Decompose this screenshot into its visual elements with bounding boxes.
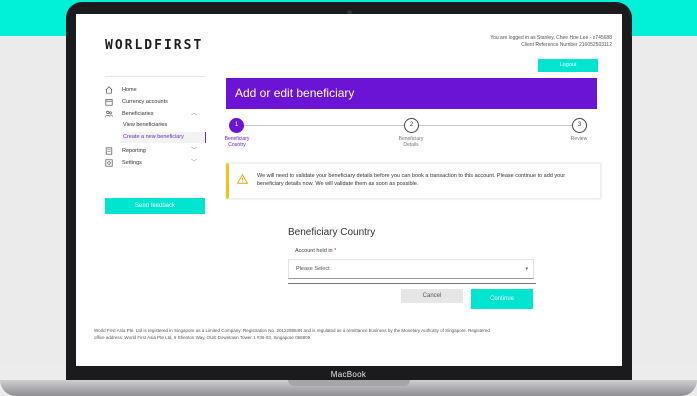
- page-title-banner: Add or edit beneficiary: [226, 78, 597, 109]
- sidebar-divider: [105, 76, 205, 77]
- send-feedback-button[interactable]: Send feedback: [105, 198, 205, 214]
- sidebar-subitem-label: View beneficiaries: [123, 122, 168, 128]
- sidebar-subitem-create-beneficiary[interactable]: Create a new beneficiary: [121, 132, 206, 143]
- sidebar-item-label: Reporting: [122, 148, 146, 154]
- field-label-text: Account held in: [295, 248, 333, 254]
- settings-icon: [105, 159, 113, 167]
- warning-icon: [237, 174, 248, 184]
- laptop-notch: [288, 380, 410, 386]
- logout-button[interactable]: Logout: [538, 59, 598, 72]
- footer-line: office address: World First Asia Pte Ltd…: [94, 335, 312, 340]
- client-reference: Client Reference Number 216052503112: [521, 42, 612, 48]
- step-label-line: Country: [228, 142, 246, 148]
- sidebar-item-home[interactable]: Home: [105, 84, 205, 96]
- home-icon: [105, 86, 113, 94]
- legal-footer: World First Asia Pte. Ltd is registered …: [94, 327, 604, 341]
- login-info: You are logged in as Stanley, Chee Hoe L…: [490, 35, 612, 49]
- screen: WORLDFIRST You are logged in as Stanley,…: [76, 14, 622, 366]
- sidebar-item-label: Settings: [122, 160, 142, 166]
- sidebar-item-label: Beneficiaries: [122, 111, 154, 117]
- footer-line: World First Asia Pte. Ltd is registered …: [94, 328, 490, 333]
- chevron-down-icon: ﹀: [191, 148, 198, 154]
- step-3-indicator: 3: [572, 118, 587, 133]
- step-2-label: Beneficiary Details: [391, 136, 431, 148]
- sidebar: Home Currency accounts Beneficiaries ︿ V…: [105, 76, 206, 214]
- chevron-up-icon: ︿: [191, 111, 198, 117]
- validation-notice: We will need to validate your beneficiar…: [226, 163, 601, 199]
- form-divider: [288, 283, 536, 284]
- page-title: Add or edit beneficiary: [235, 86, 355, 100]
- account-held-in-label: Account held in *: [295, 248, 336, 254]
- notice-text: We will need to validate your beneficiar…: [257, 173, 566, 187]
- sidebar-item-settings[interactable]: Settings ﹀: [105, 157, 205, 169]
- step-3-label: Review: [564, 136, 594, 142]
- sidebar-item-reporting[interactable]: Reporting ﹀: [105, 145, 205, 157]
- step-1-label: Beneficiary Country: [217, 136, 257, 148]
- caret-down-icon: ▾: [525, 266, 528, 272]
- login-line: You are logged in as Stanley, Chee Hoe L…: [490, 35, 612, 41]
- continue-button[interactable]: Continue: [471, 289, 533, 309]
- reporting-icon: [105, 147, 113, 155]
- form-title: Beneficiary Country: [288, 227, 376, 238]
- device-label: MacBook: [330, 370, 367, 379]
- sidebar-subitem-view-beneficiaries[interactable]: View beneficiaries: [121, 120, 205, 131]
- brand-logo[interactable]: WORLDFIRST: [105, 38, 203, 53]
- currency-accounts-icon: [105, 99, 113, 106]
- chevron-down-icon: ﹀: [191, 160, 198, 166]
- sidebar-item-label: Currency accounts: [122, 99, 168, 105]
- step-label-line: Details: [403, 142, 419, 148]
- select-placeholder: Please Select: [296, 266, 330, 272]
- required-marker: *: [334, 248, 337, 254]
- beneficiaries-icon: [105, 110, 113, 117]
- sidebar-item-label: Home: [122, 87, 137, 93]
- step-label-line: Review: [570, 136, 588, 142]
- sidebar-subitem-label: Create a new beneficiary: [123, 134, 184, 140]
- account-held-in-select[interactable]: Please Select ▾: [288, 259, 534, 279]
- sidebar-item-currency-accounts[interactable]: Currency accounts: [105, 96, 205, 108]
- step-1-indicator: 1: [229, 118, 244, 133]
- cancel-button[interactable]: Cancel: [401, 289, 463, 303]
- sidebar-item-beneficiaries[interactable]: Beneficiaries ︿: [105, 108, 205, 120]
- step-2-indicator: 2: [404, 118, 419, 133]
